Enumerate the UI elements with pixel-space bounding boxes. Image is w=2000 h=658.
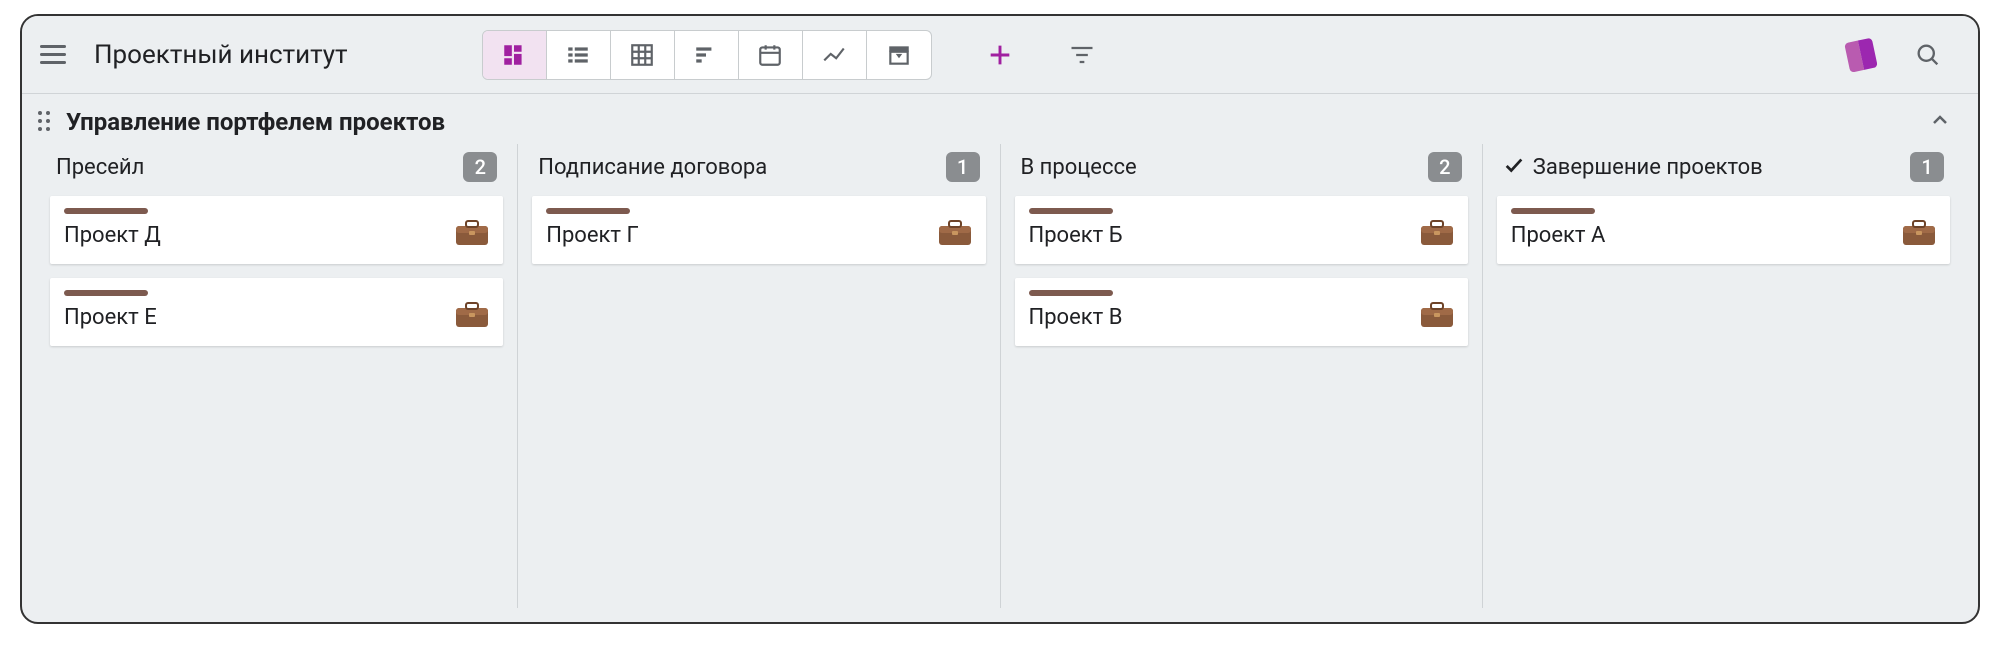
card-tag-bar bbox=[546, 208, 630, 214]
search-icon bbox=[1914, 41, 1942, 69]
card-title: Проект В bbox=[1029, 305, 1123, 330]
view-switcher bbox=[482, 30, 932, 80]
card-title: Проект Д bbox=[64, 223, 161, 248]
project-card[interactable]: Проект В bbox=[1015, 278, 1468, 346]
column-header[interactable]: Подписание договора 1 bbox=[532, 144, 985, 196]
column-count: 2 bbox=[463, 152, 497, 182]
briefcase-icon bbox=[1902, 220, 1936, 250]
project-card[interactable]: Проект Е bbox=[50, 278, 503, 346]
column-count: 1 bbox=[1910, 152, 1944, 182]
kanban-column: Подписание договора 1 Проект Г bbox=[518, 144, 1000, 608]
card-title: Проект А bbox=[1511, 223, 1606, 248]
view-kanban-button[interactable] bbox=[483, 31, 547, 79]
briefcase-icon bbox=[455, 302, 489, 332]
briefcase-icon bbox=[1420, 302, 1454, 332]
chart-line-icon bbox=[821, 42, 847, 68]
kanban-icon bbox=[501, 42, 527, 68]
column-count: 1 bbox=[946, 152, 980, 182]
color-swatch-icon bbox=[1844, 37, 1880, 73]
archive-icon bbox=[886, 42, 912, 68]
board-title: Управление портфелем проектов bbox=[66, 108, 445, 136]
kanban-columns: Пресейл 2 Проект Д Проект Е bbox=[22, 144, 1978, 622]
kanban-column: В процессе 2 Проект Б Проект В bbox=[1001, 144, 1483, 608]
filter-icon bbox=[1068, 41, 1096, 69]
card-tag-bar bbox=[1511, 208, 1595, 214]
collapse-board-button[interactable] bbox=[1928, 108, 1952, 136]
kanban-column: Завершение проектов 1 Проект А bbox=[1483, 144, 1964, 608]
view-chart-button[interactable] bbox=[803, 31, 867, 79]
column-title: В процессе bbox=[1021, 155, 1137, 180]
card-tag-bar bbox=[1029, 290, 1113, 296]
add-button[interactable] bbox=[976, 31, 1024, 79]
project-card[interactable]: Проект Д bbox=[50, 196, 503, 264]
drag-handle[interactable] bbox=[38, 111, 56, 133]
board-header: Управление портфелем проектов bbox=[22, 94, 1978, 144]
briefcase-icon bbox=[1420, 220, 1454, 250]
view-gantt-button[interactable] bbox=[675, 31, 739, 79]
column-header[interactable]: В процессе 2 bbox=[1015, 144, 1468, 196]
topbar: Проектный институт bbox=[22, 16, 1978, 94]
project-card[interactable]: Проект Г bbox=[532, 196, 985, 264]
gantt-icon bbox=[693, 42, 719, 68]
view-archive-button[interactable] bbox=[867, 31, 931, 79]
search-button[interactable] bbox=[1904, 31, 1952, 79]
page-title: Проектный институт bbox=[94, 40, 348, 70]
card-tag-bar bbox=[64, 208, 148, 214]
column-title: Подписание договора bbox=[538, 155, 767, 180]
card-title: Проект Г bbox=[546, 223, 638, 248]
card-title: Проект Е bbox=[64, 305, 157, 330]
column-title: Завершение проектов bbox=[1533, 155, 1763, 180]
check-icon bbox=[1503, 154, 1525, 180]
color-theme-button[interactable] bbox=[1838, 31, 1886, 79]
column-title: Пресейл bbox=[56, 155, 144, 180]
filter-button[interactable] bbox=[1058, 31, 1106, 79]
card-tag-bar bbox=[1029, 208, 1113, 214]
app-frame: Проектный институт bbox=[20, 14, 1980, 624]
column-header[interactable]: Завершение проектов 1 bbox=[1497, 144, 1950, 196]
kanban-column: Пресейл 2 Проект Д Проект Е bbox=[36, 144, 518, 608]
grid-icon bbox=[629, 42, 655, 68]
column-header[interactable]: Пресейл 2 bbox=[50, 144, 503, 196]
calendar-icon bbox=[757, 42, 783, 68]
view-calendar-button[interactable] bbox=[739, 31, 803, 79]
view-list-button[interactable] bbox=[547, 31, 611, 79]
menu-button[interactable] bbox=[40, 38, 74, 72]
card-title: Проект Б bbox=[1029, 223, 1123, 248]
plus-icon bbox=[986, 41, 1014, 69]
column-count: 2 bbox=[1428, 152, 1462, 182]
chevron-up-icon bbox=[1928, 108, 1952, 132]
project-card[interactable]: Проект А bbox=[1497, 196, 1950, 264]
briefcase-icon bbox=[455, 220, 489, 250]
list-icon bbox=[565, 42, 591, 68]
project-card[interactable]: Проект Б bbox=[1015, 196, 1468, 264]
briefcase-icon bbox=[938, 220, 972, 250]
card-tag-bar bbox=[64, 290, 148, 296]
view-grid-button[interactable] bbox=[611, 31, 675, 79]
